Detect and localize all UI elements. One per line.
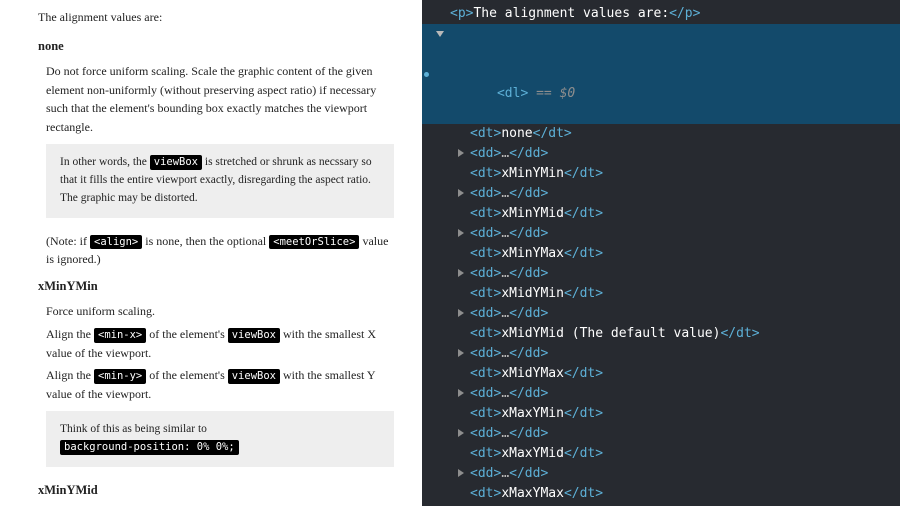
- dom-node-dd[interactable]: <dd>…</dd>: [422, 224, 900, 244]
- dom-node-dd[interactable]: <dd>…</dd>: [422, 264, 900, 284]
- expand-arrow-closed-icon[interactable]: [458, 149, 464, 157]
- dom-node-dt[interactable]: <dt>none</dt>: [422, 124, 900, 144]
- dom-node-dl-selected[interactable]: <dl> == $0: [422, 24, 900, 124]
- code-meetorslice: <meetOrSlice>: [269, 235, 359, 250]
- expand-arrow-closed-icon[interactable]: [458, 189, 464, 197]
- dom-node-dt[interactable]: <dt>xMaxYMid</dt>: [422, 444, 900, 464]
- note-box-none: In other words, the viewBox is stretched…: [46, 144, 394, 217]
- expand-arrow-open-icon[interactable]: [436, 31, 444, 37]
- dom-node-dd[interactable]: <dd>…</dd>: [422, 304, 900, 324]
- after-pre: (Note: if: [46, 234, 90, 248]
- desc-none-text: Do not force uniform scaling. Scale the …: [46, 62, 394, 136]
- selection-marker-icon: [422, 64, 430, 84]
- line2: Align the <min-x> of the element's viewB…: [46, 325, 394, 362]
- code-minx: <min-x>: [94, 328, 146, 343]
- devtools-elements-pane[interactable]: <p>The alignment values are:</p> <dl> ==…: [422, 0, 900, 506]
- expand-arrow-closed-icon[interactable]: [458, 349, 464, 357]
- expand-arrow-closed-icon[interactable]: [458, 229, 464, 237]
- dom-node-dt[interactable]: <dt>xMidYMin</dt>: [422, 284, 900, 304]
- code-bgpos: background-position: 0% 0%;: [60, 440, 239, 455]
- expand-arrow-closed-icon[interactable]: [458, 309, 464, 317]
- console-ref: == $0: [528, 86, 575, 101]
- code-align: <align>: [90, 235, 142, 250]
- after-mid: is none, then the optional: [142, 234, 269, 248]
- line1: Force uniform scaling.: [46, 302, 394, 321]
- expand-arrow-closed-icon[interactable]: [458, 269, 464, 277]
- code-viewbox: viewBox: [228, 328, 280, 343]
- desc-none: Do not force uniform scaling. Scale the …: [46, 62, 394, 269]
- expand-arrow-closed-icon[interactable]: [458, 469, 464, 477]
- term-none: none: [38, 37, 394, 56]
- dom-node-dt[interactable]: <dt>xMinYMin</dt>: [422, 164, 900, 184]
- term-xminymin: xMinYMin: [38, 277, 394, 296]
- expand-arrow-closed-icon[interactable]: [458, 429, 464, 437]
- dom-node-dt[interactable]: <dt>xMinYMid</dt>: [422, 204, 900, 224]
- documentation-pane[interactable]: The alignment values are: none Do not fo…: [0, 0, 422, 506]
- dom-node-p[interactable]: <p>The alignment values are:</p>: [422, 4, 900, 24]
- split-view: The alignment values are: none Do not fo…: [0, 0, 900, 506]
- dom-node-dd[interactable]: <dd>…</dd>: [422, 184, 900, 204]
- dom-node-dt[interactable]: <dt>xMaxYMax</dt>: [422, 484, 900, 504]
- term-xminymid: xMinYMid: [38, 481, 394, 500]
- code-viewbox: viewBox: [150, 155, 202, 170]
- code-miny: <min-y>: [94, 369, 146, 384]
- dom-node-dt[interactable]: <dt>xMaxYMin</dt>: [422, 404, 900, 424]
- note-box-xminymin: Think of this as being similar to backgr…: [46, 411, 394, 467]
- note-pre: Think of this as being similar to: [60, 423, 207, 435]
- note-pre: In other words, the: [60, 156, 150, 168]
- after-note-none: (Note: if <align> is none, then the opti…: [46, 232, 394, 269]
- dom-node-dd[interactable]: <dd>…</dd>: [422, 464, 900, 484]
- dom-node-dt[interactable]: <dt>xMidYMax</dt>: [422, 364, 900, 384]
- line3: Align the <min-y> of the element's viewB…: [46, 366, 394, 403]
- dom-node-dt[interactable]: <dt>xMinYMax</dt>: [422, 244, 900, 264]
- dom-node-dd[interactable]: <dd>…</dd>: [422, 384, 900, 404]
- dom-node-dd[interactable]: <dd>…</dd>: [422, 144, 900, 164]
- dom-node-dd[interactable]: <dd>…</dd>: [422, 424, 900, 444]
- intro-text: The alignment values are:: [38, 8, 394, 27]
- code-viewbox: viewBox: [228, 369, 280, 384]
- dom-node-dd[interactable]: <dd>…</dd>: [422, 344, 900, 364]
- definition-list: none Do not force uniform scaling. Scale…: [38, 37, 394, 506]
- dom-node-dt[interactable]: <dt>xMidYMid (The default value)</dt>: [422, 324, 900, 344]
- expand-arrow-closed-icon[interactable]: [458, 389, 464, 397]
- desc-xminymin: Force uniform scaling. Align the <min-x>…: [46, 302, 394, 467]
